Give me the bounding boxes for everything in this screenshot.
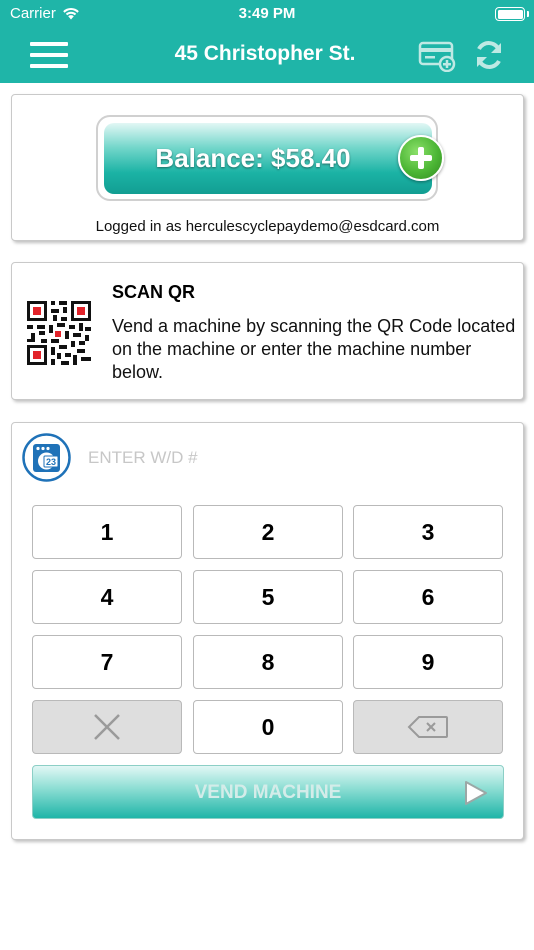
add-funds-plus-icon[interactable] [398,135,444,181]
backspace-button[interactable] [353,700,503,754]
key-7[interactable]: 7 [32,635,182,689]
refresh-icon[interactable] [472,38,506,72]
machine-icon-number: 23 [46,457,56,467]
key-5[interactable]: 5 [193,570,343,624]
play-arrow-icon [465,781,487,805]
scan-qr-card[interactable]: SCAN QR Vend a machine by scanning the Q… [11,262,524,400]
balance-button[interactable]: Balance: $58.40 [104,123,432,194]
machine-number-input[interactable] [88,447,488,469]
vend-machine-label: VEND MACHINE [194,782,342,803]
key-2[interactable]: 2 [193,505,343,559]
card-add-icon[interactable] [418,40,456,72]
balance-label: Balance: $58.40 [155,143,351,173]
status-time: 3:49 PM [238,5,296,22]
washer-dryer-icon: 23 [22,433,71,482]
backspace-icon [407,716,448,738]
key-1[interactable]: 1 [32,505,182,559]
scan-qr-title: SCAN QR [112,282,196,302]
keypad-card: 23 1 2 3 4 5 6 7 8 9 0 VEND MACHINE [11,422,524,840]
app-header: Carrier 3:49 PM 45 Christopher St. [0,0,534,83]
logged-in-text: Logged in as herculescyclepaydemo@esdcar… [95,218,440,235]
key-3[interactable]: 3 [353,505,503,559]
balance-card: Balance: $58.40 Logged in as herculescyc… [11,94,524,241]
qr-code-icon [27,301,91,365]
nav-bar: 45 Christopher St. [0,28,534,83]
key-6[interactable]: 6 [353,570,503,624]
balance-button-frame: Balance: $58.40 [96,115,438,201]
clear-button[interactable] [32,700,182,754]
vend-machine-button[interactable]: VEND MACHINE [32,765,504,819]
scan-qr-description: Vend a machine by scanning the QR Code l… [112,316,516,382]
key-8[interactable]: 8 [193,635,343,689]
status-bar: Carrier 3:49 PM [0,0,534,28]
battery-icon [495,7,525,21]
battery-cap [527,11,529,17]
key-0[interactable]: 0 [193,700,343,754]
key-9[interactable]: 9 [353,635,503,689]
clear-x-icon [94,714,120,740]
key-4[interactable]: 4 [32,570,182,624]
